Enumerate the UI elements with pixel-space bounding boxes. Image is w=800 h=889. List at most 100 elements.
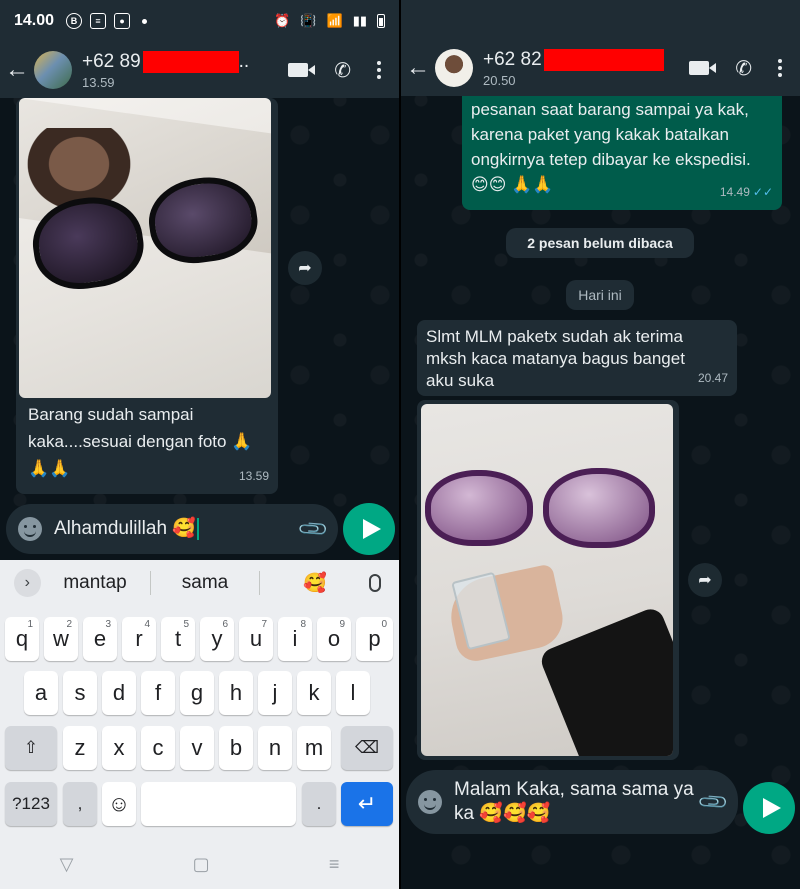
shift-key[interactable]: ⇧	[5, 726, 57, 770]
key-x[interactable]: x	[102, 726, 136, 770]
contact-number-prefix: +62 82	[483, 48, 542, 70]
record-icon: ●	[114, 13, 131, 29]
key-q[interactable]: q1	[5, 617, 39, 661]
more-options-icon[interactable]	[778, 59, 782, 77]
chat-header: ← +62 82 20.50 ✆	[401, 40, 800, 96]
attach-icon[interactable]: 📎	[696, 784, 731, 819]
attach-icon[interactable]: 📎	[296, 511, 331, 546]
contact-info[interactable]: +62 89 .. 13.59	[82, 50, 249, 90]
b-icon: B	[66, 13, 83, 29]
key-r[interactable]: r4	[122, 617, 156, 661]
message-caption: Barang sudah sampai kaka....sesuai denga…	[28, 405, 253, 478]
key-s[interactable]: s	[63, 671, 97, 715]
key-v[interactable]: v	[180, 726, 214, 770]
contact-number: +62 82	[483, 48, 664, 71]
key-d[interactable]: d	[102, 671, 136, 715]
symbols-key[interactable]: ?123	[5, 782, 57, 826]
right-chat-screen: ← +62 82 20.50 ✆ Mohon untuk tidak memba…	[401, 0, 800, 889]
input-text: Alhamdulillah 🥰	[54, 518, 196, 539]
key-l[interactable]: l	[336, 671, 370, 715]
last-seen: 20.50	[483, 72, 516, 88]
message-text: Slmt MLM paketx sudah ak terima mksh kac…	[426, 327, 685, 390]
key-b[interactable]: b	[219, 726, 253, 770]
message-time: 13.59	[238, 469, 269, 483]
enter-key[interactable]: ↵	[341, 782, 393, 826]
nav-recents-icon[interactable]: ≡	[329, 854, 340, 875]
key-i[interactable]: i8	[278, 617, 312, 661]
message-photo[interactable]	[19, 98, 271, 398]
nav-back-icon[interactable]: ▽	[60, 854, 74, 875]
backspace-key[interactable]: ⌫	[341, 726, 393, 770]
chevron-right-icon[interactable]: ›	[14, 569, 41, 597]
send-button[interactable]	[743, 782, 795, 834]
key-z[interactable]: z	[63, 726, 97, 770]
key-n[interactable]: n	[258, 726, 292, 770]
message-input[interactable]: Alhamdulillah 🥰 📎	[6, 504, 338, 554]
key-f[interactable]: f	[141, 671, 175, 715]
message-time: 14.49 ✓✓	[719, 185, 773, 199]
status-right-icons: ⏰ 📳 📶 ▮▮	[274, 13, 385, 29]
date-divider: Hari ini	[566, 280, 634, 310]
system-nav-bar: ▽ ▢ ≡	[0, 840, 399, 889]
avatar[interactable]	[34, 51, 72, 89]
status-time: 14.00	[14, 12, 55, 29]
suggestion-1[interactable]: mantap	[41, 572, 150, 594]
left-chat-screen: 14.00 B ≡ ● ⏰ 📳 📶 ▮▮ ← +62 89 .. 13.59 ✆	[0, 0, 399, 889]
emoji-key[interactable]: ☺	[102, 782, 136, 826]
more-options-icon[interactable]	[377, 61, 381, 79]
contact-info[interactable]: +62 82 20.50	[483, 48, 664, 88]
emoji-icon[interactable]	[18, 517, 42, 541]
key-y[interactable]: y6	[200, 617, 234, 661]
period-key[interactable]: .	[302, 782, 336, 826]
contact-number-prefix: +62 89	[82, 50, 141, 72]
video-call-icon[interactable]	[288, 63, 316, 77]
key-e[interactable]: e3	[83, 617, 117, 661]
sunglasses-image	[421, 466, 673, 566]
key-g[interactable]: g	[180, 671, 214, 715]
space-key[interactable]	[141, 782, 296, 826]
signal-icon: ▮▮	[352, 13, 367, 28]
key-t[interactable]: t5	[161, 617, 195, 661]
key-a[interactable]: a	[24, 671, 58, 715]
forward-icon[interactable]: ➦	[688, 563, 722, 597]
redaction-box	[142, 50, 239, 73]
nav-home-icon[interactable]: ▢	[193, 854, 210, 875]
key-w[interactable]: w2	[44, 617, 78, 661]
comma-key[interactable]: ,	[63, 782, 97, 826]
key-j[interactable]: j	[258, 671, 292, 715]
outgoing-message[interactable]: Mohon untuk tidak membatalkan pesanan sa…	[462, 96, 782, 210]
avatar[interactable]	[435, 49, 473, 87]
key-p[interactable]: p0	[356, 617, 393, 661]
status-bar: 14.00 B ≡ ● ⏰ 📳 📶 ▮▮	[0, 0, 399, 42]
input-text: Malam Kaka, sama sama ya ka 🥰🥰🥰	[454, 779, 694, 824]
key-h[interactable]: h	[219, 671, 253, 715]
suggestion-strip: › mantap sama 🥰	[0, 560, 399, 606]
send-button[interactable]	[343, 503, 395, 555]
phone-call-icon[interactable]: ✆	[334, 58, 351, 83]
suggestion-2[interactable]: sama	[150, 572, 259, 594]
key-u[interactable]: u7	[239, 617, 273, 661]
mic-icon[interactable]	[369, 574, 382, 592]
forward-icon[interactable]: ➦	[288, 251, 322, 285]
phone-call-icon[interactable]: ✆	[735, 56, 752, 81]
key-c[interactable]: c	[141, 726, 175, 770]
unread-banner: 2 pesan belum dibaca	[506, 228, 694, 258]
back-arrow-icon[interactable]: ←	[401, 54, 435, 82]
incoming-photo-message[interactable]	[417, 400, 679, 760]
video-call-icon[interactable]	[689, 61, 717, 75]
message-photo[interactable]	[421, 404, 673, 756]
key-o[interactable]: o9	[317, 617, 351, 661]
battery-icon	[377, 14, 385, 28]
key-k[interactable]: k	[297, 671, 331, 715]
key-m[interactable]: m	[297, 726, 331, 770]
back-arrow-icon[interactable]: ←	[0, 56, 34, 84]
incoming-photo-message[interactable]: Barang sudah sampai kaka....sesuai denga…	[16, 98, 278, 494]
notes-icon: ≡	[90, 13, 107, 29]
message-input[interactable]: Malam Kaka, sama sama ya ka 🥰🥰🥰 📎	[406, 770, 738, 834]
suggestion-3[interactable]: 🥰	[260, 571, 369, 595]
incoming-message[interactable]: Slmt MLM paketx sudah ak terima mksh kac…	[417, 320, 737, 396]
redaction-box	[543, 48, 664, 71]
notification-dot-icon	[142, 18, 148, 24]
contact-number: +62 89 ..	[82, 50, 249, 73]
emoji-icon[interactable]	[418, 790, 442, 814]
